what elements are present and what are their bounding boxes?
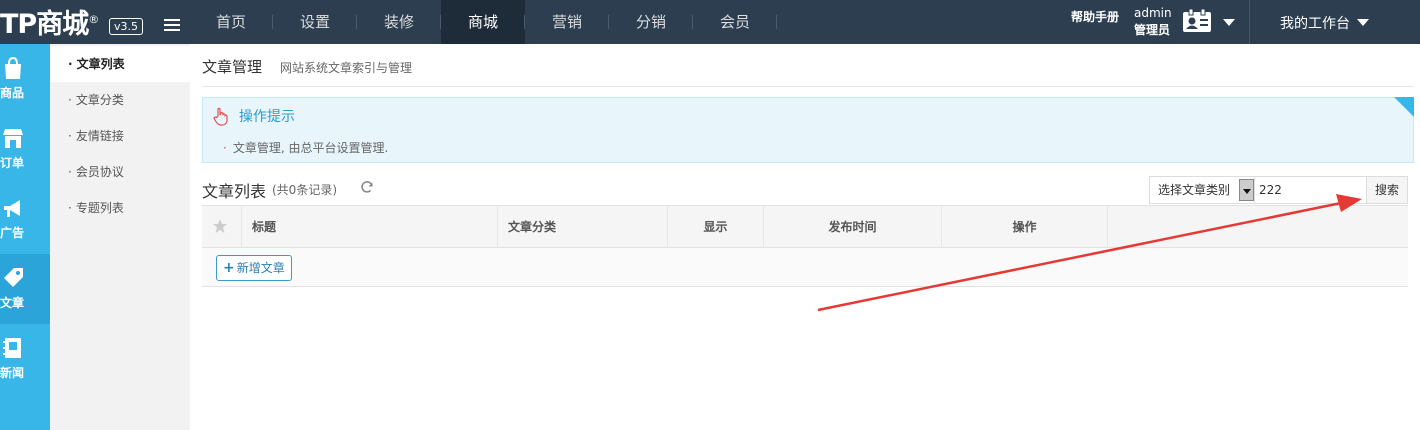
subnav-item-topic-list[interactable]: · 专题列表 [50, 190, 190, 226]
article-table: 标题 文章分类 显示 发布时间 操作 + 新增文章 [202, 205, 1408, 287]
list-title: 文章列表 [202, 182, 267, 201]
search-button[interactable]: 搜索 [1366, 176, 1408, 204]
pointer-hand-icon [213, 107, 228, 126]
user-name: admin [1134, 6, 1172, 20]
leftbar-label: 文章 [0, 296, 25, 310]
subnav-item-article-category[interactable]: · 文章分类 [50, 82, 190, 118]
main-content: 文章管理 网站系统文章索引与管理 操作提示 · 文章管理, 由总平台设置管理. 文… [190, 44, 1420, 430]
id-card-icon[interactable] [1182, 9, 1212, 33]
nav-decoration[interactable]: 装修 [357, 0, 441, 44]
leftbar-item-orders[interactable]: 订单 [0, 114, 50, 184]
workbench-menu[interactable]: 我的工作台 [1280, 13, 1350, 33]
user-role: 管理员 [1134, 23, 1171, 37]
leftbar-label: 新闻 [0, 366, 25, 380]
record-count: (共0条记录) [272, 183, 337, 197]
star-column [202, 206, 242, 248]
leftbar-label: 商品 [0, 86, 25, 100]
leftbar-label: 订单 [0, 156, 25, 170]
nav-distribution[interactable]: 分销 [609, 0, 693, 44]
page-title: 文章管理 [202, 58, 263, 76]
tips-item: · 文章管理, 由总平台设置管理. [223, 141, 389, 155]
tag-icon [4, 268, 23, 287]
subnav-item-friend-links[interactable]: · 友情链接 [50, 118, 190, 154]
version-badge: v3.5 [109, 18, 144, 35]
logo[interactable]: TP商城® [0, 2, 99, 41]
add-article-button[interactable]: + 新增文章 [216, 255, 292, 281]
leftbar-item-goods[interactable]: 商品 [0, 44, 50, 114]
header-divider [1249, 0, 1250, 44]
megaphone-icon [4, 200, 20, 217]
column-display: 显示 [668, 206, 764, 248]
left-icon-bar: 商品 订单 广告 文章 新闻 [0, 44, 50, 430]
nav-marketing[interactable]: 营销 [525, 0, 609, 44]
tips-collapse-toggle[interactable] [1394, 97, 1414, 117]
keyword-input[interactable] [1255, 176, 1367, 204]
column-publish-time: 发布时间 [764, 206, 942, 248]
subnav-item-member-agreement[interactable]: · 会员协议 [50, 154, 190, 190]
column-category: 文章分类 [498, 206, 668, 248]
store-icon [3, 129, 23, 148]
nav-member[interactable]: 会员 [693, 0, 777, 44]
leftbar-item-ads[interactable]: 广告 [0, 184, 50, 254]
tips-title: 操作提示 [239, 109, 295, 125]
page-description: 网站系统文章索引与管理 [280, 61, 413, 75]
nav-mall[interactable]: 商城 [441, 0, 525, 44]
leftbar-item-articles[interactable]: 文章 [0, 254, 50, 324]
leftbar-item-news[interactable]: 新闻 [0, 324, 50, 394]
user-dropdown-icon[interactable] [1223, 19, 1235, 26]
subnav-item-article-list[interactable]: · 文章列表 [50, 46, 190, 82]
title-divider [202, 86, 1414, 87]
workbench-dropdown-icon[interactable] [1357, 19, 1369, 26]
help-manual-link[interactable]: 帮助手册 [1071, 8, 1119, 25]
column-title: 标题 [242, 206, 498, 248]
table-footer: + 新增文章 [202, 248, 1408, 287]
column-actions: 操作 [942, 206, 1108, 248]
top-bar: TP商城® v3.5 首页 设置 装修 商城 营销 分销 会员 帮助手册 adm… [0, 0, 1420, 44]
menu-toggle-icon[interactable] [164, 19, 180, 31]
tips-panel: 操作提示 · 文章管理, 由总平台设置管理. [202, 97, 1414, 163]
refresh-icon[interactable] [360, 180, 374, 194]
nav-settings[interactable]: 设置 [273, 0, 357, 44]
table-header: 标题 文章分类 显示 发布时间 操作 [202, 205, 1408, 248]
shopping-bag-icon [5, 56, 21, 79]
leftbar-label: 广告 [0, 226, 25, 240]
sub-nav: · 文章列表 · 文章分类 · 友情链接 · 会员协议 · 专题列表 [50, 44, 190, 430]
main-nav: 首页 设置 装修 商城 营销 分销 会员 [189, 0, 777, 44]
notebook-icon [3, 338, 21, 358]
chevron-down-icon[interactable] [1239, 179, 1254, 201]
plus-icon: + [223, 260, 235, 276]
nav-home[interactable]: 首页 [189, 0, 273, 44]
